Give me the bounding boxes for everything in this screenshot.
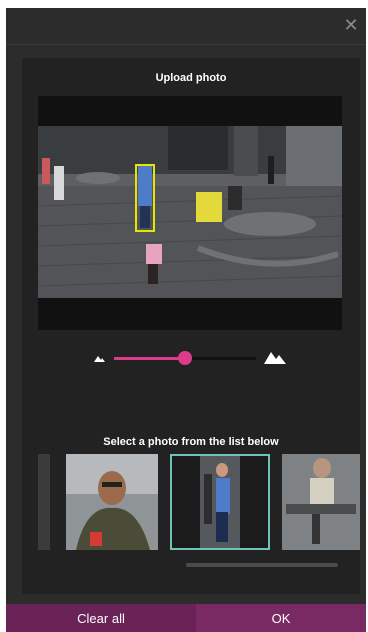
photo-preview[interactable] xyxy=(38,96,342,330)
titlebar-divider xyxy=(6,44,366,45)
thumbnail-woman-standing[interactable] xyxy=(170,454,270,550)
footer-bar: Clear all OK xyxy=(6,604,366,632)
face-detection-box xyxy=(135,164,155,232)
close-icon[interactable]: ✕ xyxy=(340,14,362,36)
thumbnail-man-with-cup[interactable] xyxy=(66,454,158,550)
small-mountain-icon xyxy=(94,356,105,362)
thumbnail-partial[interactable] xyxy=(38,454,50,550)
clear-all-button[interactable]: Clear all xyxy=(6,604,196,632)
thumbnail-scrollbar[interactable] xyxy=(186,563,338,567)
photo-list xyxy=(38,454,360,554)
preview-image xyxy=(38,126,342,298)
zoom-slider-thumb[interactable] xyxy=(178,351,192,365)
zoom-slider-fill xyxy=(114,357,185,360)
photo-list-title: Select a photo from the list below xyxy=(103,436,279,448)
plaza-scene xyxy=(38,126,342,298)
zoom-control xyxy=(92,348,292,368)
large-mountain-icon xyxy=(264,352,286,364)
dialog-title: Upload photo xyxy=(155,72,227,84)
thumbnail-man-at-table[interactable] xyxy=(282,454,360,550)
upload-panel: Upload photo Select a photo from the lis… xyxy=(22,58,360,594)
ok-button[interactable]: OK xyxy=(196,604,366,632)
titlebar: ✕ xyxy=(6,8,366,44)
upload-photo-window: ✕ Upload photo Select a photo from the l… xyxy=(6,8,366,632)
